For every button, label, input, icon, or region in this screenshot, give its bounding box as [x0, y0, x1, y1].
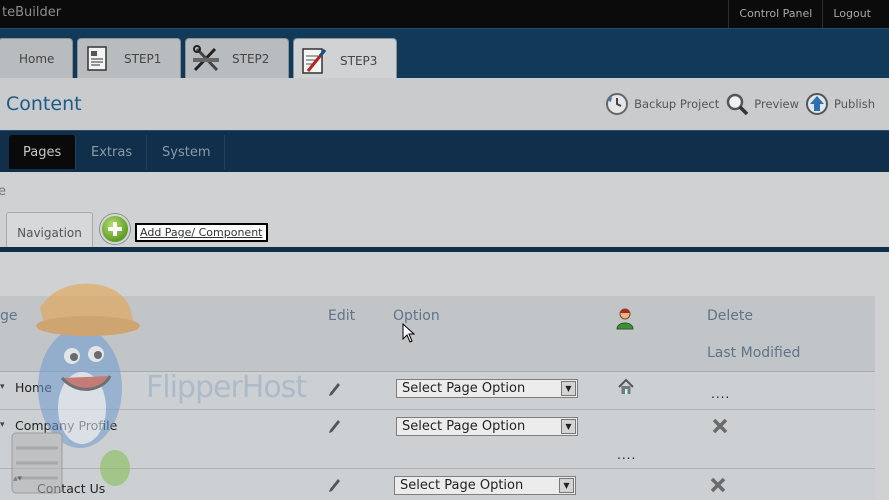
header-delete: Delete [707, 308, 753, 324]
page-option-select[interactable]: Select Page Option ▼ [396, 417, 578, 436]
page-option-select[interactable]: Select Page Option ▼ [394, 476, 576, 495]
step-tab-step3[interactable]: STEP3 [293, 38, 397, 82]
select-value: Select Page Option [402, 381, 526, 396]
page-option-select[interactable]: Select Page Option ▼ [396, 379, 578, 398]
breadcrumb: e [0, 184, 6, 199]
tab-navigation[interactable]: Navigation [6, 212, 93, 252]
page-title: Content [6, 93, 82, 115]
backup-project-button[interactable]: Backup Project [605, 92, 719, 116]
mouse-cursor-icon [402, 323, 416, 343]
divider [0, 247, 889, 252]
pencil-icon[interactable] [327, 417, 343, 433]
add-page-component-link[interactable]: Add Page/ Component [135, 223, 268, 242]
action-label: Backup Project [634, 97, 720, 111]
pencil-icon[interactable] [327, 476, 343, 492]
step-tab-label: STEP3 [340, 53, 378, 68]
last-modified-value: .... [617, 448, 637, 462]
tab-extras[interactable]: Extras [77, 135, 148, 169]
edit-document-icon [298, 46, 330, 76]
step-tab-home[interactable]: Home [0, 38, 73, 79]
top-bar: teBuilder Control Panel Logout [0, 0, 889, 28]
home-icon [618, 378, 634, 394]
step-tab-label: STEP2 [232, 52, 270, 66]
tools-icon [190, 44, 222, 74]
content-header: Content Backup Project Preview Publish [0, 78, 889, 130]
step-tab-label: Home [19, 52, 55, 66]
last-modified-value: .... [711, 387, 731, 401]
publish-button[interactable]: Publish [805, 92, 875, 116]
header-edit: Edit [328, 308, 356, 324]
section-nav: Pages Extras System [0, 130, 889, 172]
select-value: Select Page Option [400, 478, 524, 493]
magnifier-icon [726, 93, 749, 116]
step-tab-step1[interactable]: STEP1 [77, 38, 181, 79]
header-actions: Backup Project Preview Publish [599, 92, 875, 116]
add-page-button[interactable] [100, 214, 130, 244]
header-last-modified: Last Modified [707, 345, 801, 361]
expand-arrow-icon[interactable]: ▾ [0, 420, 5, 430]
preview-button[interactable]: Preview [725, 92, 799, 116]
chevron-down-icon: ▼ [559, 478, 574, 493]
home-icon [3, 44, 13, 74]
action-label: Preview [754, 97, 799, 111]
tab-system[interactable]: System [148, 135, 226, 169]
pencil-icon[interactable] [327, 380, 343, 396]
user-icon [615, 308, 635, 330]
app-brand: teBuilder [2, 5, 62, 20]
expand-arrow-icon[interactable]: ▾ [0, 382, 5, 392]
dolphin-mascot-watermark [11, 283, 140, 494]
step-bar: Home STEP1 STEP2 STEP3 [0, 28, 889, 82]
document-icon [82, 44, 114, 74]
watermark-text: FlipperHost [146, 370, 307, 405]
logout-link[interactable]: Logout [822, 0, 881, 28]
control-panel-link[interactable]: Control Panel [728, 0, 822, 28]
plus-icon [108, 222, 122, 236]
backup-icon [606, 93, 629, 115]
chevron-down-icon: ▼ [561, 419, 576, 434]
delete-icon[interactable] [712, 418, 728, 434]
top-links: Control Panel Logout [728, 0, 881, 28]
header-option: Option [393, 308, 440, 324]
tab-pages[interactable]: Pages [9, 135, 77, 169]
step-tab-label: STEP1 [124, 52, 162, 66]
publish-icon [806, 93, 828, 115]
action-label: Publish [834, 97, 875, 111]
select-value: Select Page Option [402, 419, 526, 434]
step-tab-step2[interactable]: STEP2 [185, 38, 289, 79]
chevron-down-icon: ▼ [561, 381, 576, 396]
delete-icon[interactable] [710, 477, 726, 493]
